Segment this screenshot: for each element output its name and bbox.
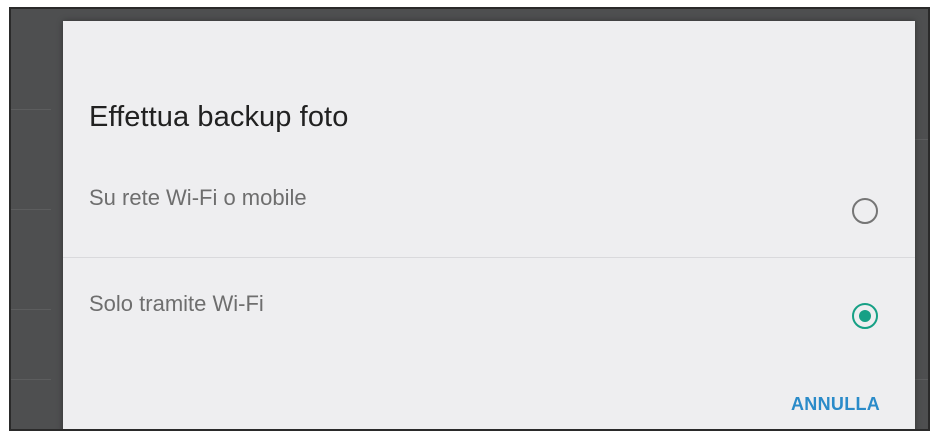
option-wifi-or-mobile[interactable]: Su rete Wi-Fi o mobile [63, 158, 915, 258]
device-screen: Effettua backup foto Su rete Wi-Fi o mob… [9, 7, 930, 431]
background-divider [11, 379, 51, 380]
option-wifi-only[interactable]: Solo tramite Wi-Fi [63, 259, 915, 359]
background-divider [11, 309, 51, 310]
radio-button-selected[interactable] [852, 303, 878, 329]
radio-button-unselected[interactable] [852, 198, 878, 224]
backup-photos-dialog: Effettua backup foto Su rete Wi-Fi o mob… [63, 21, 915, 429]
option-label: Su rete Wi-Fi o mobile [89, 185, 307, 210]
cancel-button[interactable]: ANNULLA [791, 394, 880, 415]
radio-selected-dot [859, 310, 871, 322]
background-divider [11, 209, 51, 210]
dialog-title: Effettua backup foto [89, 101, 349, 133]
background-divider [11, 109, 51, 110]
option-label: Solo tramite Wi-Fi [89, 291, 264, 316]
option-divider [63, 257, 915, 258]
screenshot-frame: Effettua backup foto Su rete Wi-Fi o mob… [0, 0, 940, 434]
